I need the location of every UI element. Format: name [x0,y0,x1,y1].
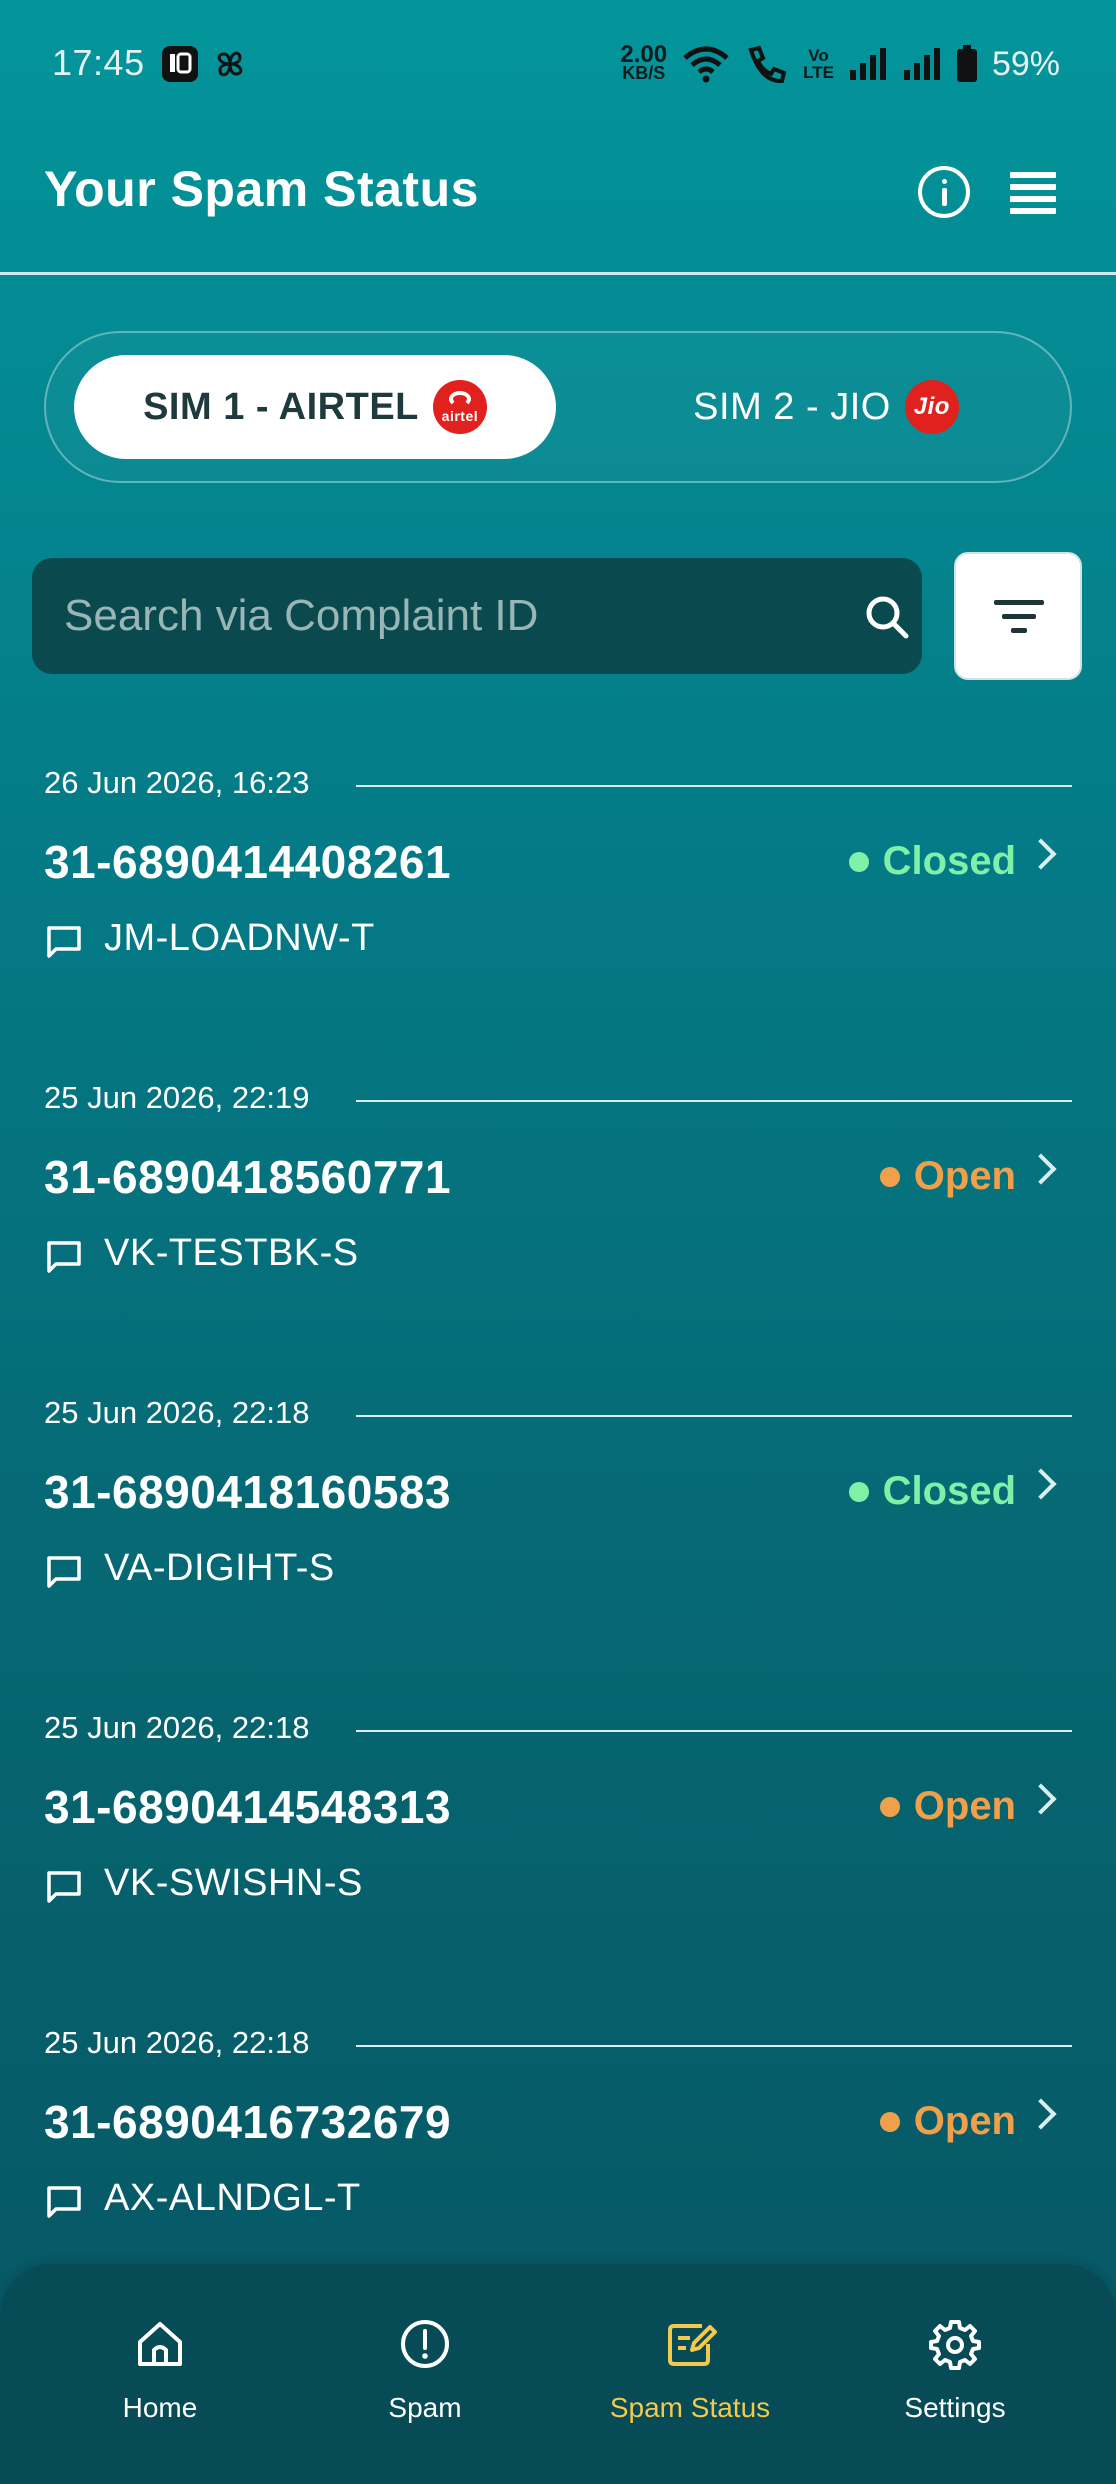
sender-id: JM-LOADNW-T [104,917,375,959]
search-icon[interactable] [864,594,910,640]
complaint-id: 31-6890414548313 [44,1781,452,1833]
message-icon [47,2186,81,2218]
chevron-right-icon[interactable] [1025,1468,1057,1500]
complaint-date: 25 Jun 2026, 22:18 [44,1710,310,1745]
app-header: Your Spam Status [0,130,1116,275]
nav-spam-status[interactable]: Spam Status [590,2316,790,2446]
complaint-date: 25 Jun 2026, 22:18 [44,1395,310,1430]
jio-logo-icon: Jio [904,380,959,434]
status-dot-icon [879,2111,900,2132]
wifi-call-icon [748,45,787,83]
tab-sim2-jio[interactable]: SIM 2 - JIO Jio [616,355,1036,459]
filter-icon-line-2 [1002,614,1036,619]
complaint-id: 31-6890418160583 [44,1466,452,1518]
complaint-row[interactable]: 25 Jun 2026, 22:18 31-6890414548313 Open VK… [0,1710,1116,2025]
complaint-id: 31-6890418560771 [44,1151,452,1203]
complaint-date: 25 Jun 2026, 22:18 [44,2025,310,2060]
chevron-right-icon[interactable] [1025,1153,1057,1185]
status-dot-icon [848,1481,869,1502]
complaint-date: 25 Jun 2026, 22:19 [44,1080,310,1115]
status-time: 17:45 [52,42,145,83]
status-dot-icon [879,1796,900,1817]
gear-icon [929,2320,981,2370]
volte-bottom: LTE [803,63,834,82]
message-icon [47,926,81,958]
filter-icon-line-1 [994,600,1044,605]
status-text: Closed [882,839,1016,883]
sender-id: AX-ALNDGL-T [104,2177,361,2219]
sender-id: VK-SWISHN-S [104,1862,363,1904]
status-dot-icon [848,851,869,872]
status-indicators: 2.00 KB/S Vo LTE 59% [620,38,1060,90]
status-text: Closed [882,1469,1016,1513]
sender-id: VK-TESTBK-S [104,1232,359,1274]
nav-spam-status-label: Spam Status [609,2392,771,2423]
date-divider [356,1730,1072,1732]
sim1-label: SIM 1 - AIRTEL [143,385,419,428]
battery-icon [956,45,977,82]
nav-settings[interactable]: Settings [855,2316,1055,2446]
chevron-right-icon[interactable] [1025,2098,1057,2130]
volte-indicator: Vo LTE [803,47,834,81]
message-icon [47,1871,81,1903]
nav-settings-label: Settings [904,2392,1006,2423]
volte-top: Vo [808,46,829,65]
airtel-logo-icon: airtel [432,380,487,434]
sim-toggle: SIM 1 - AIRTEL airtel SIM 2 - JIO Jio [44,331,1072,483]
filter-button[interactable] [954,552,1082,680]
net-speed-value: 2.00 [620,41,668,68]
status-badge: Closed [848,839,1016,884]
search-box [32,558,922,674]
nav-home-label: Home [122,2392,198,2423]
net-speed: 2.00 KB/S [620,41,668,83]
status-text: Open [913,1154,1016,1198]
sim2-label: SIM 2 - JIO [693,385,891,428]
info-icon[interactable] [918,166,970,218]
status-dot-icon [879,1166,900,1187]
indmoney-app-icon [162,46,198,82]
nav-spam-label: Spam [388,2392,462,2423]
sender-id: VA-DIGIHT-S [104,1547,335,1589]
status-badge: Open [879,1154,1016,1199]
date-divider [356,785,1072,787]
signal-icon-sim2 [903,48,940,80]
page-title: Your Spam Status [44,161,479,217]
message-icon [47,1556,81,1588]
nav-home[interactable]: Home [60,2316,260,2446]
status-text: Open [913,1784,1016,1828]
chevron-right-icon[interactable] [1025,838,1057,870]
complaint-row[interactable]: 25 Jun 2026, 22:19 31-6890418560771 Open VK… [0,1080,1116,1395]
airtel-swoosh [448,390,471,407]
complaint-row[interactable]: 26 Jun 2026, 16:23 31-6890414408261 Closed… [0,765,1116,1080]
wifi-icon [683,46,729,83]
status-badge: Closed [848,1469,1016,1514]
pinwheel-app-icon [217,51,243,77]
chevron-right-icon[interactable] [1025,1783,1057,1815]
status-text: Open [913,2099,1016,2143]
complaint-id: 31-6890414408261 [44,836,452,888]
status-bar: 17:45 2.00 KB/S Vo LTE 59% [0,0,1116,130]
airtel-logo-text: airtel [441,407,479,424]
filter-icon-line-3 [1011,628,1027,633]
tab-sim1-airtel[interactable]: SIM 1 - AIRTEL airtel [74,355,556,459]
home-icon [138,2322,182,2366]
edit-note-icon [668,2324,717,2366]
battery-percent: 59% [991,44,1060,83]
date-divider [356,2045,1072,2047]
complaint-date: 26 Jun 2026, 16:23 [44,765,310,800]
status-badge: Open [879,1784,1016,1829]
date-divider [356,1100,1072,1102]
signal-icon-sim1 [849,48,886,80]
alert-icon [401,2320,449,2368]
status-badge: Open [879,2099,1016,2144]
complaint-id: 31-6890416732679 [44,2096,452,2148]
menu-icon[interactable] [1010,170,1058,216]
bottom-nav: Home Spam Spam Status Settings [0,2264,1116,2484]
message-icon [47,1241,81,1273]
search-input[interactable] [64,558,824,674]
date-divider [356,1415,1072,1417]
complaint-row[interactable]: 25 Jun 2026, 22:18 31-6890418160583 Closed… [0,1395,1116,1710]
nav-spam[interactable]: Spam [325,2316,525,2446]
net-speed-unit: KB/S [622,63,666,83]
